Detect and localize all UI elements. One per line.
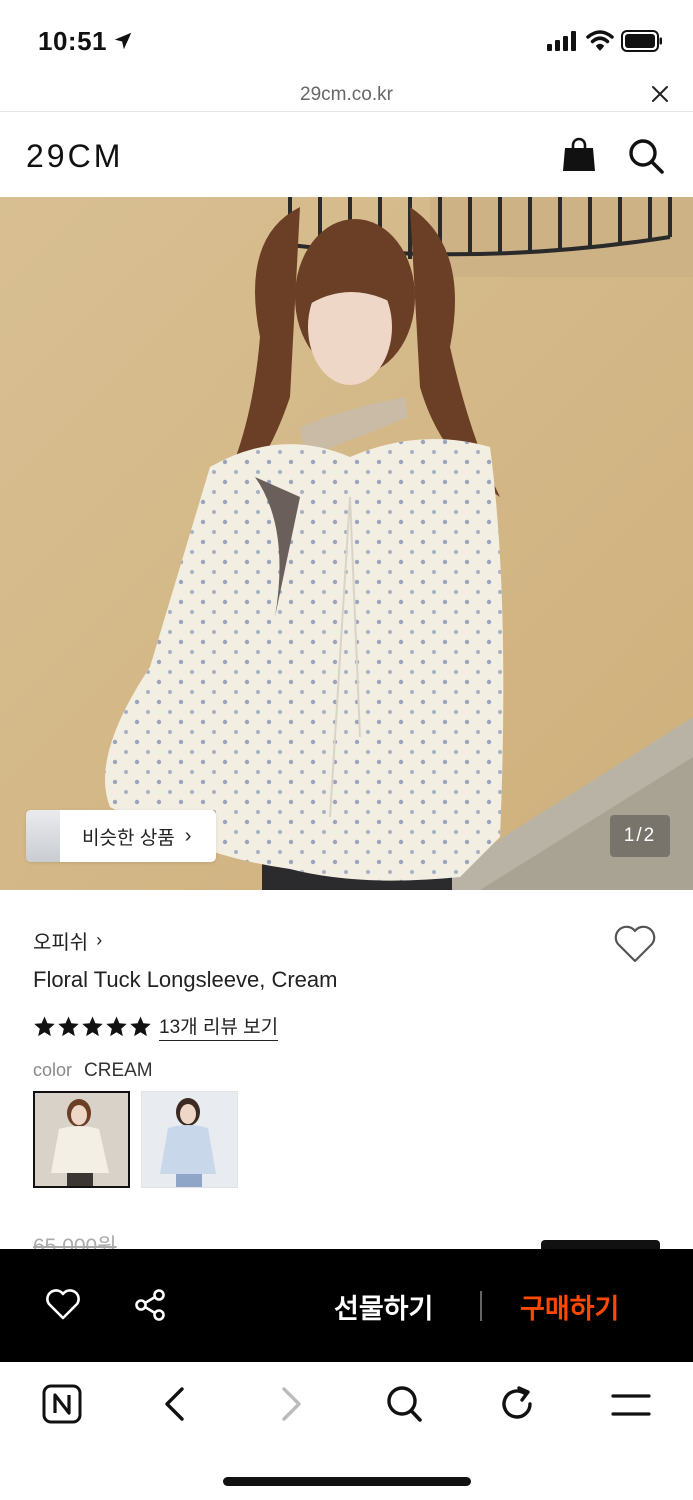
purchase-action-bar: 선물하기 구매하기 [0,1249,693,1362]
swatch-thumbnail [142,1092,237,1187]
heart-icon[interactable] [613,924,657,964]
site-header: 29CM [0,113,693,197]
menu-icon[interactable] [610,1390,652,1420]
home-indicator [223,1477,471,1486]
color-row: color CREAM [33,1060,153,1082]
image-pager: 1/2 [610,815,670,857]
similar-products-button[interactable]: 비슷한 상품 › [26,810,216,862]
status-bar: 10:51 [0,0,693,80]
close-icon[interactable] [650,84,670,104]
share-icon[interactable] [133,1288,167,1322]
star-icon [130,1016,151,1037]
chevron-right-icon: › [184,824,192,847]
brand-link[interactable]: 오피쉬 › [33,926,102,955]
product-name: Floral Tuck Longsleeve, Cream [33,967,338,992]
star-icon [82,1016,103,1037]
product-hero-image[interactable]: 비슷한 상품 › 1/2 [0,197,693,890]
color-swatch-blue[interactable] [141,1091,238,1188]
review-link[interactable]: 13개 리뷰 보기 [159,1012,279,1041]
location-arrow-icon [114,32,132,50]
naver-icon[interactable] [42,1384,82,1424]
buy-button[interactable]: 구매하기 [520,1287,619,1326]
gift-button[interactable]: 선물하기 [334,1287,433,1326]
battery-icon [621,30,662,52]
color-swatch-cream[interactable] [33,1091,130,1188]
color-value: CREAM [84,1060,153,1081]
color-label: color [33,1060,73,1080]
forward-icon[interactable] [278,1386,304,1422]
url-text: 29cm.co.kr [300,84,393,105]
heart-icon[interactable] [45,1289,81,1321]
search-icon[interactable] [385,1384,423,1424]
similar-thumbnail [26,810,60,862]
wifi-icon [586,30,614,51]
back-icon[interactable] [162,1386,188,1422]
star-icon [34,1016,55,1037]
rating-row: 13개 리뷰 보기 [33,1012,279,1041]
search-icon[interactable] [627,137,665,175]
status-time: 10:51 [38,26,107,56]
shopping-bag-icon[interactable] [562,137,596,173]
similar-products-label: 비슷한 상품 [82,827,175,849]
star-icon [58,1016,79,1037]
star-icon [106,1016,127,1037]
chevron-right-icon: › [96,930,103,950]
browser-toolbar [0,1362,693,1500]
signal-icon [547,31,576,51]
product-photo [0,197,693,890]
divider [480,1291,482,1321]
refresh-icon[interactable] [499,1384,537,1424]
url-bar[interactable]: 29cm.co.kr [0,80,693,112]
swatch-thumbnail [35,1093,128,1186]
brand-name: 오피쉬 [33,932,89,954]
site-logo[interactable]: 29CM [26,138,123,175]
